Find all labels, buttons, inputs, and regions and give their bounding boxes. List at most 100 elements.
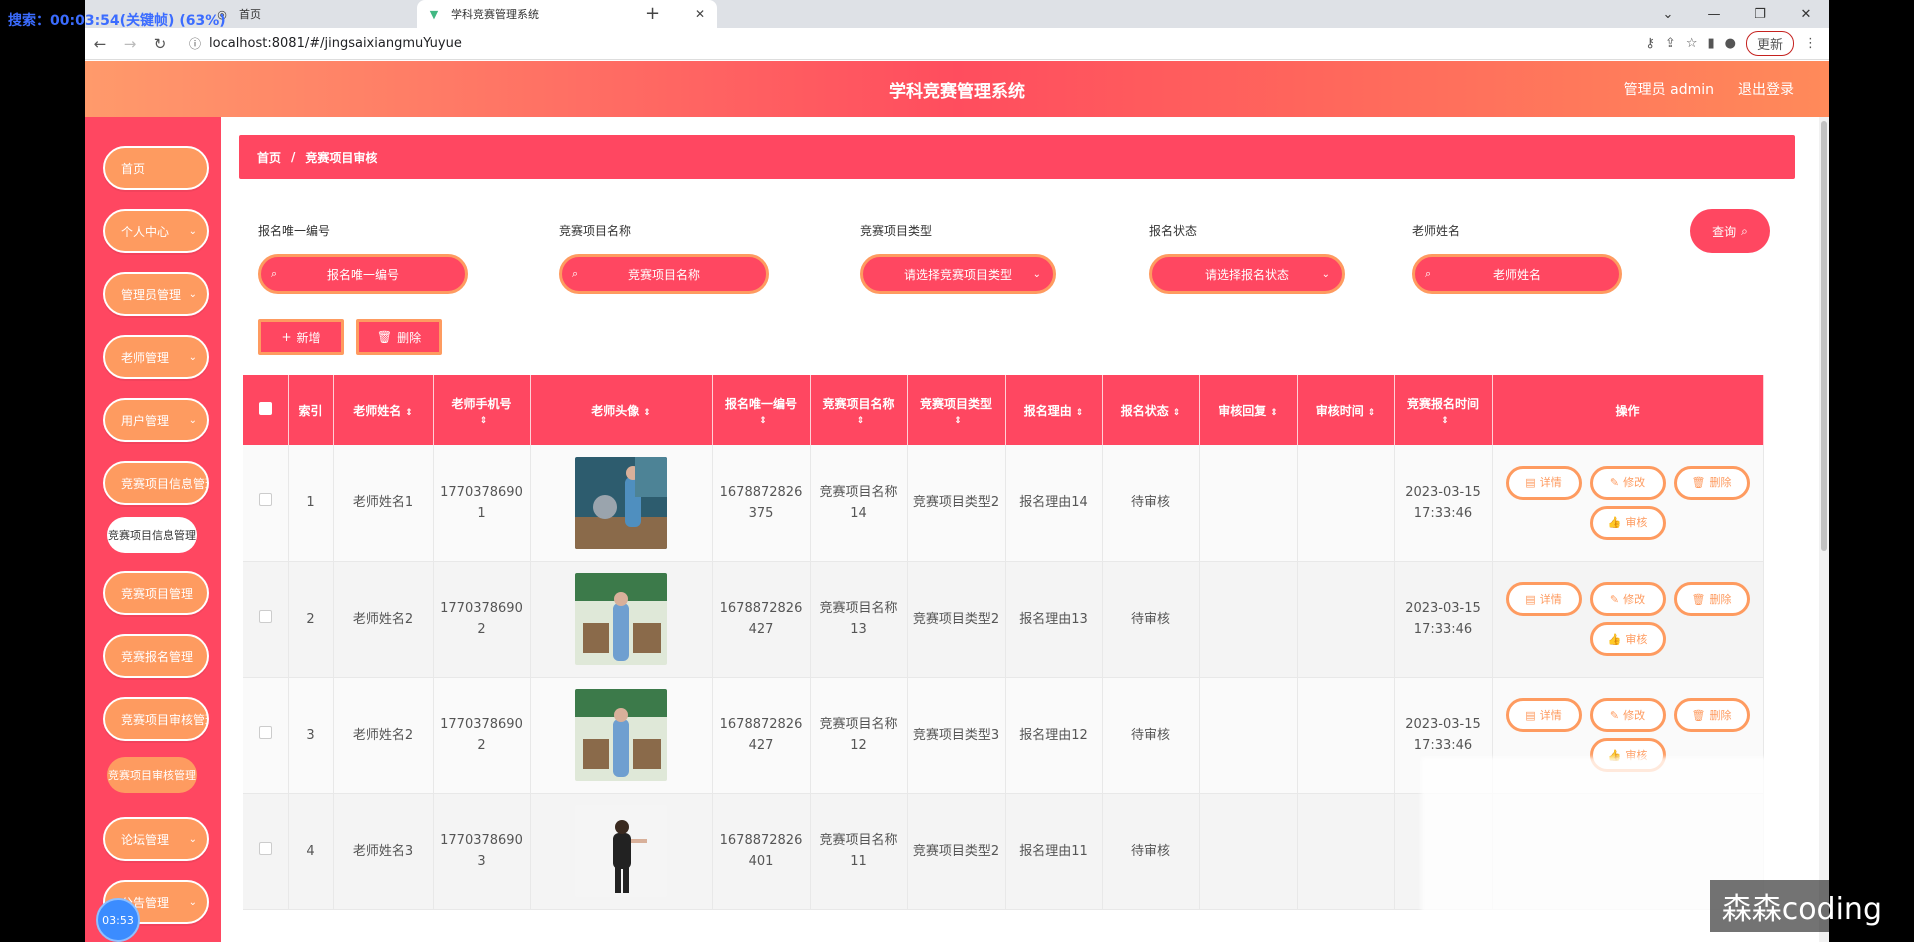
header-teacher-name[interactable]: 老师姓名 ⇕ [333,375,434,445]
input-placeholder: 报名唯一编号 [326,267,399,282]
cell-reg-id: 1678872826375 [712,445,811,562]
sort-icon[interactable]: ⇕ [643,408,651,418]
header-label: 竞赛项目名称 [822,396,895,411]
teacher-name-input[interactable]: ⌕ 老师姓名 [1412,254,1622,294]
query-button[interactable]: 查询 ⌕ [1690,209,1770,253]
close-window-icon[interactable]: ✕ [1783,7,1829,22]
tab-active[interactable]: ▼ 学科竞赛管理系统 ✕ [417,0,717,28]
chevron-down-icon[interactable]: ⌄ [1645,7,1691,22]
batch-delete-button[interactable]: 🗑 删除 [356,319,442,355]
sidebar-item-teacher[interactable]: 老师管理 ⌄ [103,335,209,379]
header-project-type[interactable]: 竞赛项目类型 ⇕ [907,375,1006,445]
page-scrollbar[interactable] [1819,117,1829,942]
sidebar-item-project-info[interactable]: 竞赛项目信息管理 [103,461,209,505]
sidebar-item-project[interactable]: 竞赛项目管理 [103,571,209,615]
key-icon[interactable]: ⚷ [1645,36,1655,51]
sidebar-item-registration[interactable]: 竞赛报名管理 [103,634,209,678]
header-label: 报名唯一编号 [724,396,797,411]
sidebar-item-admin[interactable]: 管理员管理 ⌄ [103,272,209,316]
sidepanel-icon[interactable]: ▮ [1707,36,1714,51]
sort-icon[interactable]: ⇕ [954,416,962,426]
project-type-select[interactable]: 请选择竞赛项目类型 ⌄ [860,254,1056,294]
header-reply[interactable]: 审核回复 ⇕ [1199,375,1298,445]
sidebar-item-profile[interactable]: 个人中心 ⌄ [103,209,209,253]
reg-id-input[interactable]: ⌕ 报名唯一编号 [258,254,468,294]
sidebar-item-home[interactable]: 首页 [103,146,209,190]
cell-status: 待审核 [1102,445,1200,562]
sort-icon[interactable]: ⇕ [1270,408,1278,418]
share-icon[interactable]: ⇪ [1665,36,1676,51]
close-icon[interactable]: ✕ [695,7,705,21]
add-button[interactable]: + 新增 [258,319,344,355]
cell-review-time [1297,445,1395,562]
sort-icon[interactable]: ⇕ [1368,408,1376,418]
sidebar-item-forum[interactable]: 论坛管理 ⌄ [103,817,209,861]
minimize-icon[interactable]: — [1691,7,1737,22]
review-button[interactable]: 👍 审核 [1589,622,1666,656]
teacher-avatar-image[interactable] [575,456,667,549]
menu-icon[interactable]: ⋮ [1804,36,1817,51]
teacher-avatar-image[interactable] [575,573,667,665]
url-text: localhost:8081/#/jingsaixiangmuYuyue [209,36,462,51]
sort-icon[interactable]: ⇕ [1173,408,1181,418]
header-teacher-avatar[interactable]: 老师头像 ⇕ [530,375,713,445]
star-icon[interactable]: ☆ [1686,36,1698,51]
input-placeholder: 老师姓名 [1492,267,1541,282]
sort-icon[interactable]: ⇕ [1441,416,1449,426]
reload-icon[interactable]: ↻ [145,35,175,53]
search-icon: ⌕ [1741,223,1748,238]
chevron-down-icon: ⌄ [188,896,197,908]
sidebar-item-label: 竞赛报名管理 [121,649,194,664]
detail-button[interactable]: ▤ 详情 [1505,582,1582,616]
select-all-checkbox[interactable] [258,402,272,415]
review-button[interactable]: 👍 审核 [1589,505,1666,540]
scrollbar-thumb[interactable] [1821,121,1827,551]
header-status[interactable]: 报名状态 ⇕ [1102,375,1200,445]
detail-button[interactable]: ▤ 详情 [1505,465,1582,500]
row-checkbox[interactable] [258,493,272,507]
sort-icon[interactable]: ⇕ [405,408,413,418]
header-reg-time[interactable]: 竞赛报名时间 ⇕ [1394,375,1493,445]
delete-button[interactable]: 🗑 删除 [1673,582,1750,616]
header-reg-id[interactable]: 报名唯一编号 ⇕ [712,375,811,445]
info-icon[interactable]: ⓘ [189,35,201,52]
new-tab-icon[interactable]: + [645,3,660,24]
update-button[interactable]: 更新 [1745,31,1794,56]
forward-icon[interactable]: → [115,35,145,53]
header-teacher-phone[interactable]: 老师手机号 ⇕ [433,375,531,445]
row-checkbox[interactable] [258,841,272,855]
vue-icon: ▼ [429,7,439,21]
row-checkbox[interactable] [258,609,272,623]
detail-button[interactable]: ▤ 详情 [1505,698,1582,732]
profile-icon[interactable]: ● [1725,36,1736,51]
cell-teacher-phone: 17703786902 [433,677,531,794]
sort-icon[interactable]: ⇕ [1076,408,1084,418]
logout-link[interactable]: 退出登录 [1738,79,1794,99]
project-name-input[interactable]: ⌕ 竞赛项目名称 [559,254,769,294]
sidebar-subitem-review[interactable]: 竞赛项目审核管理 [107,757,197,793]
sort-icon[interactable]: ⇕ [857,416,865,426]
delete-button[interactable]: 🗑 删除 [1673,465,1750,500]
edit-button[interactable]: ✎ 修改 [1589,698,1666,732]
sidebar-item-user[interactable]: 用户管理 ⌄ [103,398,209,442]
edit-button[interactable]: ✎ 修改 [1589,582,1666,616]
sidebar-item-review[interactable]: 竞赛项目审核管理 [103,697,209,741]
back-icon[interactable]: ← [85,35,115,53]
row-checkbox[interactable] [258,725,272,739]
status-select[interactable]: 请选择报名状态 ⌄ [1149,254,1345,294]
teacher-avatar-image[interactable] [575,805,667,897]
chevron-down-icon: ⌄ [188,833,197,845]
delete-button[interactable]: 🗑 删除 [1673,698,1750,732]
sidebar-subitem-project-info[interactable]: 竞赛项目信息管理 [107,517,197,553]
teacher-avatar-image[interactable] [575,689,667,781]
sort-icon[interactable]: ⇕ [480,416,488,426]
header-project-name[interactable]: 竞赛项目名称 ⇕ [810,375,908,445]
sort-icon[interactable]: ⇕ [759,416,767,426]
restore-icon[interactable]: ❐ [1737,7,1783,22]
edit-button[interactable]: ✎ 修改 [1589,465,1666,500]
cell-status: 待审核 [1102,793,1200,910]
header-reason[interactable]: 报名理由 ⇕ [1005,375,1103,445]
breadcrumb-home[interactable]: 首页 [257,149,281,166]
url-field[interactable]: ⓘ localhost:8081/#/jingsaixiangmuYuyue [181,32,1645,56]
header-review-time[interactable]: 审核时间 ⇕ [1297,375,1395,445]
